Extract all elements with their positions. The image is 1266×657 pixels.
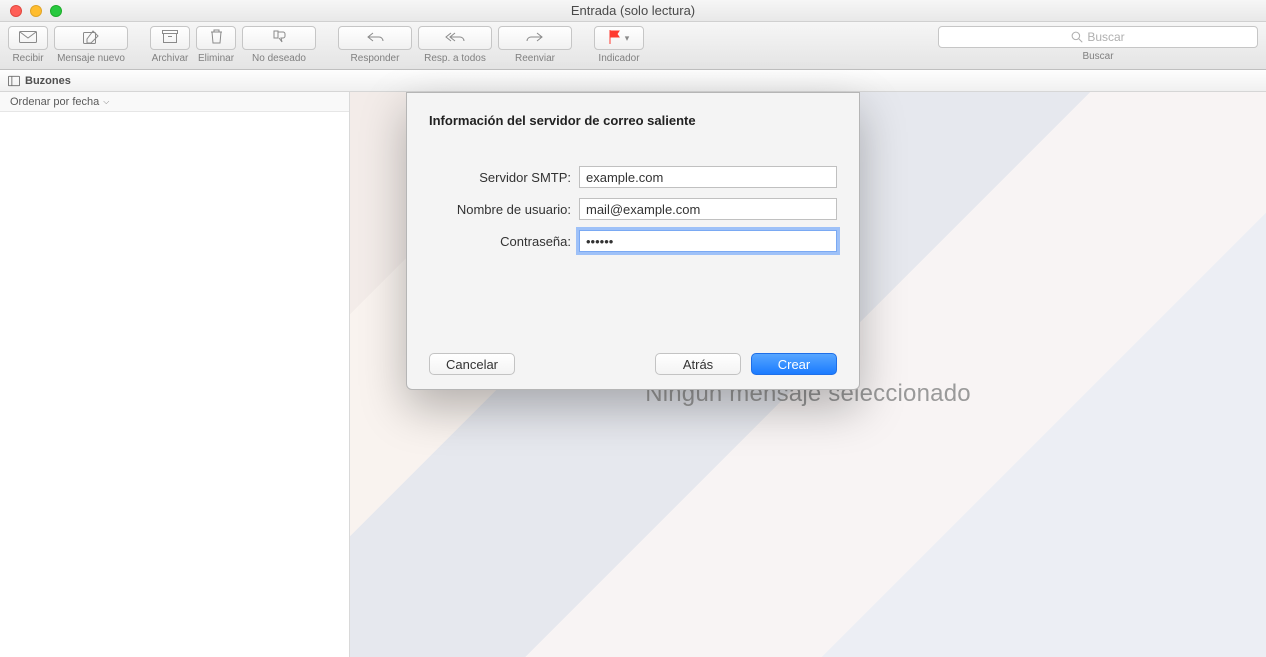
dialog-footer: Cancelar Atrás Crear [429, 353, 837, 375]
trash-icon [210, 29, 223, 47]
search-placeholder: Buscar [1087, 30, 1124, 44]
forward-icon [526, 30, 544, 46]
reply-label: Responder [351, 53, 400, 64]
password-label: Contraseña: [429, 234, 579, 249]
reply-button[interactable] [338, 26, 412, 50]
reply-all-icon [445, 30, 465, 46]
flag-label: Indicador [598, 53, 639, 64]
forward-label: Reenviar [515, 53, 555, 64]
junk-label: No deseado [252, 53, 306, 64]
window-titlebar: Entrada (solo lectura) [0, 0, 1266, 22]
sort-label: Ordenar por fecha [10, 96, 99, 108]
mailboxes-label: Buzones [25, 75, 71, 87]
back-button[interactable]: Atrás [655, 353, 741, 375]
search-icon [1071, 31, 1083, 43]
reply-all-button[interactable] [418, 26, 492, 50]
sort-dropdown[interactable]: Ordenar por fecha ⌵ [0, 92, 349, 112]
cancel-button[interactable]: Cancelar [429, 353, 515, 375]
username-field[interactable] [579, 198, 837, 220]
archive-icon [162, 30, 178, 46]
window-title: Entrada (solo lectura) [0, 3, 1266, 18]
create-button[interactable]: Crear [751, 353, 837, 375]
smtp-server-label: Servidor SMTP: [429, 170, 579, 185]
thumbs-down-icon [272, 30, 287, 47]
mailboxes-button[interactable]: Buzones [8, 75, 71, 87]
forward-button[interactable] [498, 26, 572, 50]
sidebar-icon [8, 75, 20, 87]
toolbar: Recibir Mensaje nuevo Archivar Eliminar [0, 22, 1266, 70]
reply-icon [366, 30, 384, 46]
favorites-bar: Buzones [0, 70, 1266, 92]
new-message-label: Mensaje nuevo [57, 53, 125, 64]
search-label: Buscar [1082, 51, 1113, 62]
smtp-form: Servidor SMTP: Nombre de usuario: Contra… [429, 166, 837, 252]
smtp-server-dialog: Información del servidor de correo salie… [406, 92, 860, 390]
archive-button[interactable] [150, 26, 190, 50]
message-list-pane: Ordenar por fecha ⌵ [0, 92, 350, 657]
smtp-server-field[interactable] [579, 166, 837, 188]
delete-label: Eliminar [198, 53, 234, 64]
flag-button[interactable]: ▾ [594, 26, 644, 50]
delete-button[interactable] [196, 26, 236, 50]
reply-all-label: Resp. a todos [424, 53, 486, 64]
password-field[interactable] [579, 230, 837, 252]
dialog-title: Información del servidor de correo salie… [429, 113, 837, 128]
chevron-down-icon: ⌵ [103, 97, 109, 107]
archive-label: Archivar [152, 53, 189, 64]
get-mail-button[interactable] [8, 26, 48, 50]
get-mail-label: Recibir [12, 53, 43, 64]
flag-icon [609, 30, 621, 47]
envelope-icon [19, 30, 37, 46]
new-message-button[interactable] [54, 26, 128, 50]
junk-button[interactable] [242, 26, 316, 50]
search-input[interactable]: Buscar [938, 26, 1258, 48]
username-label: Nombre de usuario: [429, 202, 579, 217]
compose-icon [83, 30, 99, 47]
chevron-down-icon: ▾ [625, 33, 630, 44]
